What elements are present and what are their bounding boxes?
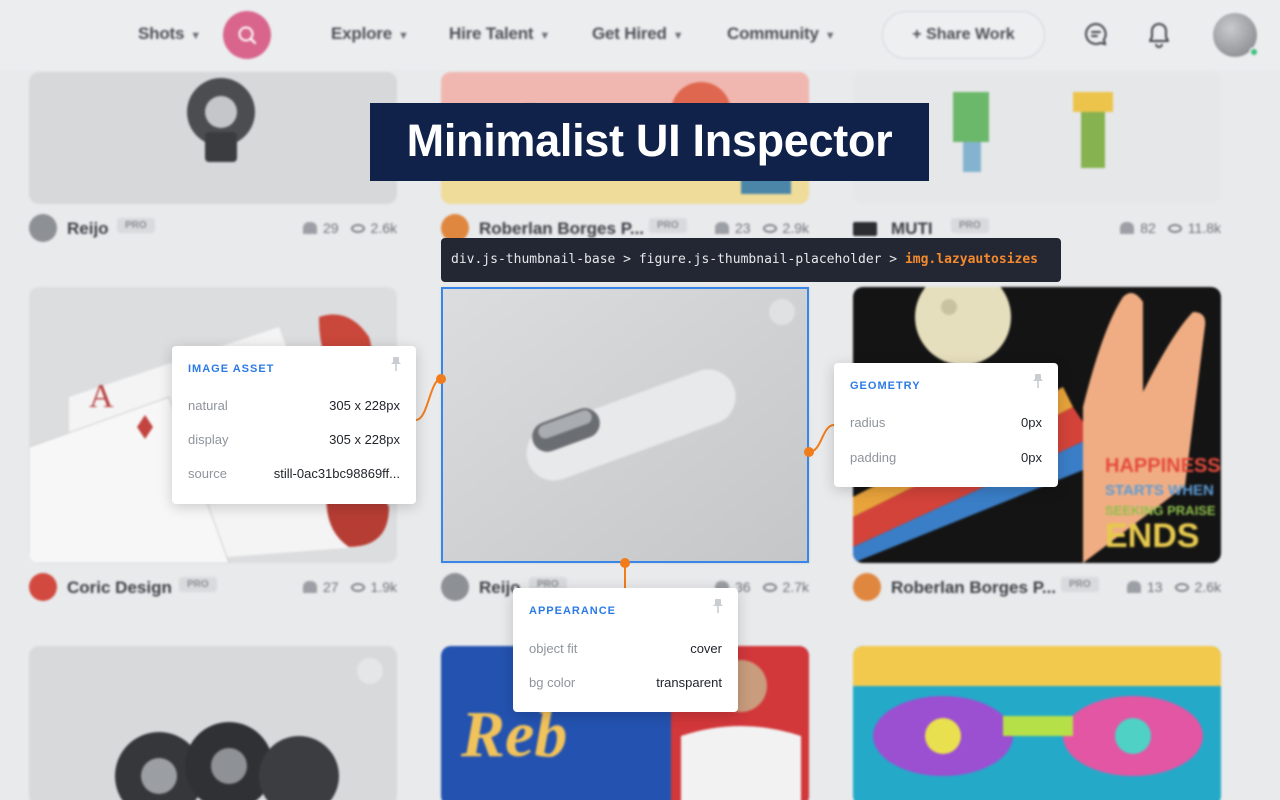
row-value: 0px <box>1021 415 1042 430</box>
row-value[interactable]: still-0ac31bc98869ff... <box>274 466 400 481</box>
card-heading: GEOMETRY <box>850 380 921 392</box>
pin-icon[interactable] <box>712 598 724 614</box>
radius-row: radius 0px <box>850 415 1042 435</box>
row-label: display <box>188 432 229 447</box>
row-value: 0px <box>1021 450 1042 465</box>
row-label: bg color <box>529 675 576 690</box>
row-label: padding <box>850 450 897 465</box>
card-heading: APPEARANCE <box>529 605 617 617</box>
row-value: cover <box>690 641 722 656</box>
padding-row: padding 0px <box>850 450 1042 470</box>
display-size-row: display 305 x 228px <box>188 432 400 452</box>
appearance-card: APPEARANCE object fit cover bg color trans… <box>513 588 738 712</box>
anchor-dot-bottom <box>620 558 630 568</box>
anchor-dot-left <box>436 374 446 384</box>
row-value: transparent <box>656 675 722 690</box>
source-row: source still-0ac31bc98869ff... <box>188 466 400 486</box>
image-asset-card: IMAGE ASSET natural 305 x 228px display 30… <box>172 346 416 504</box>
anchor-dot-right <box>804 447 814 457</box>
card-heading: IMAGE ASSET <box>188 363 275 375</box>
bg-color-row: bg color transparent <box>529 675 722 695</box>
row-label: radius <box>850 415 886 430</box>
row-label: source <box>188 466 228 481</box>
row-label: natural <box>188 398 228 413</box>
row-value: 305 x 228px <box>329 432 400 447</box>
pin-icon[interactable] <box>1032 373 1044 389</box>
natural-size-row: natural 305 x 228px <box>188 398 400 418</box>
geometry-card: GEOMETRY radius 0px padding 0px <box>834 363 1058 487</box>
object-fit-row: object fit cover <box>529 641 722 661</box>
pin-icon[interactable] <box>390 356 402 372</box>
row-label: object fit <box>529 641 578 656</box>
row-value: 305 x 228px <box>329 398 400 413</box>
